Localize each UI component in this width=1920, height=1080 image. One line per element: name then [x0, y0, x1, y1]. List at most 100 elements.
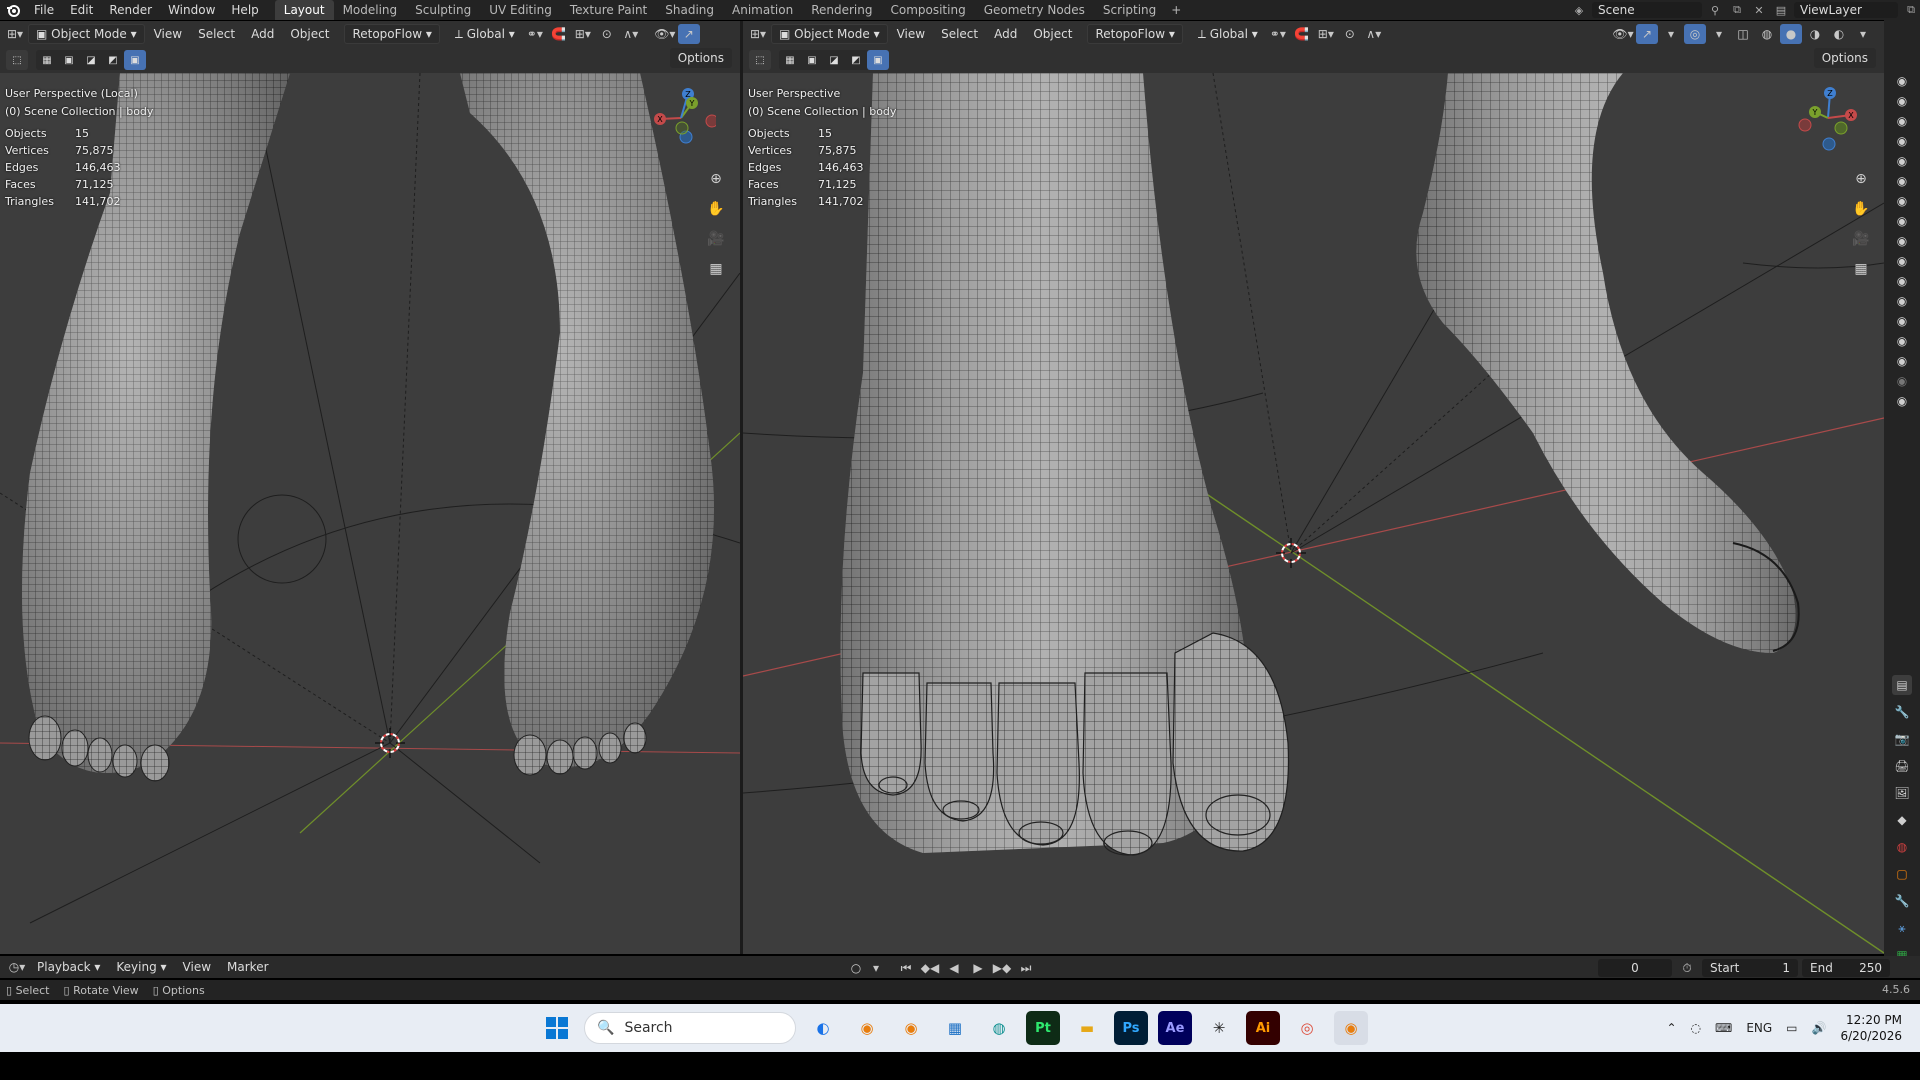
retopoflow-menu[interactable]: RetopoFlow ▾: [344, 23, 440, 44]
pivot-icon[interactable]: ⚭▾: [1267, 24, 1289, 44]
zbrush-icon[interactable]: ✳: [1202, 1011, 1236, 1045]
menu-view[interactable]: View: [147, 24, 189, 44]
snap-target-icon[interactable]: ⊞▾: [572, 24, 594, 44]
camera-icon[interactable]: ◉: [1895, 394, 1909, 408]
camera-icon[interactable]: ◉: [1895, 174, 1909, 188]
blender-icon[interactable]: ◉: [850, 1011, 884, 1045]
menu-edit[interactable]: Edit: [62, 0, 101, 20]
shading-rendered-icon[interactable]: ◐: [1828, 24, 1850, 44]
camera-icon[interactable]: ◉: [1895, 334, 1909, 348]
tab-modeling[interactable]: Modeling: [334, 0, 407, 20]
shading-material-icon[interactable]: ◑: [1804, 24, 1826, 44]
zoom-icon[interactable]: ⊕: [704, 167, 728, 191]
editor-type-icon[interactable]: ⊞▾: [4, 24, 26, 44]
view-layer-icon[interactable]: 🖼: [1892, 783, 1912, 803]
render-icon[interactable]: 📷: [1892, 729, 1912, 749]
tab-uv-editing[interactable]: UV Editing: [480, 0, 561, 20]
xray-icon[interactable]: ◫: [1732, 24, 1754, 44]
transform-orientation-dropdown[interactable]: ⟂ Global ▾: [448, 24, 522, 44]
camera-icon[interactable]: ◉: [1895, 134, 1909, 148]
select-intersect-icon[interactable]: ▣: [124, 50, 146, 70]
menu-select[interactable]: Select: [934, 24, 985, 44]
gizmo-toggle-icon[interactable]: ↗: [1636, 23, 1658, 44]
right-viewport-canvas[interactable]: User Perspective (0) Scene Collection | …: [743, 73, 1884, 954]
options-button[interactable]: Options: [1813, 48, 1876, 68]
tab-scripting[interactable]: Scripting: [1094, 0, 1165, 20]
camera-icon[interactable]: ◉: [1895, 254, 1909, 268]
camera-icon[interactable]: ◉: [1895, 274, 1909, 288]
camera-icon[interactable]: ◉: [1895, 294, 1909, 308]
pan-hand-icon[interactable]: ✋: [1849, 197, 1873, 221]
tab-texture-paint[interactable]: Texture Paint: [561, 0, 656, 20]
after-effects-icon[interactable]: Ae: [1158, 1011, 1192, 1045]
blender-active-icon[interactable]: ◉: [1334, 1011, 1368, 1045]
keying-menu[interactable]: Keying ▾: [109, 957, 173, 977]
prev-keyframe-icon[interactable]: ◆◀: [919, 958, 941, 978]
editor-type-icon[interactable]: ⊞▾: [747, 24, 769, 44]
view-layer-field[interactable]: ViewLayer: [1794, 2, 1898, 18]
select-tool-icon[interactable]: ⬚: [6, 50, 28, 70]
menu-file[interactable]: File: [26, 0, 62, 20]
jump-end-icon[interactable]: ⏭: [1015, 958, 1037, 978]
select-subtract-icon[interactable]: ◪: [823, 50, 845, 70]
tab-rendering[interactable]: Rendering: [802, 0, 881, 20]
new-view-layer-icon[interactable]: ⧉: [1902, 2, 1920, 18]
menu-add[interactable]: Add: [987, 24, 1024, 44]
stopwatch-icon[interactable]: ⏱: [1676, 958, 1698, 978]
gizmo-dropdown-icon[interactable]: ▾: [1660, 24, 1682, 44]
auto-keying-dropdown-icon[interactable]: ▾: [869, 958, 883, 978]
view-menu[interactable]: View: [176, 957, 218, 977]
world-icon[interactable]: ◍: [1892, 837, 1912, 857]
pin-icon[interactable]: ⚲: [1706, 2, 1724, 18]
menu-view[interactable]: View: [890, 24, 932, 44]
network-icon[interactable]: ◌: [1691, 1021, 1701, 1035]
display-icon[interactable]: ▭: [1786, 1021, 1797, 1035]
chrome-icon[interactable]: ◎: [1290, 1011, 1324, 1045]
menu-add[interactable]: Add: [244, 24, 281, 44]
select-invert-icon[interactable]: ◩: [102, 50, 124, 70]
chevron-up-icon[interactable]: ⌃: [1666, 1021, 1676, 1035]
modifier-icon[interactable]: 🔧: [1892, 891, 1912, 911]
playback-menu[interactable]: Playback ▾: [30, 957, 107, 977]
overlay-dropdown-icon[interactable]: ▾: [1708, 24, 1730, 44]
scene-icon[interactable]: ◆: [1892, 810, 1912, 830]
camera-icon[interactable]: ◉: [1895, 214, 1909, 228]
menu-window[interactable]: Window: [160, 0, 223, 20]
add-workspace-button[interactable]: +: [1165, 0, 1187, 20]
snap-icon[interactable]: 🧲: [1291, 24, 1313, 44]
visibility-icon[interactable]: 👁▾: [1612, 24, 1634, 44]
select-invert-icon[interactable]: ◩: [845, 50, 867, 70]
pan-hand-icon[interactable]: ✋: [704, 197, 728, 221]
end-frame-field[interactable]: End 250: [1802, 959, 1890, 977]
shading-wireframe-icon[interactable]: ◍: [1756, 24, 1778, 44]
auto-keying-icon[interactable]: ○: [845, 958, 867, 978]
store-icon[interactable]: ▦: [938, 1011, 972, 1045]
taskbar-search[interactable]: 🔍 Search: [584, 1012, 796, 1044]
visibility-icon[interactable]: 👁▾: [654, 24, 676, 44]
play-icon[interactable]: ▶: [967, 958, 989, 978]
object-mode-dropdown[interactable]: ▣ Object Mode ▾: [28, 23, 145, 44]
folder-icon[interactable]: ▬: [1070, 1011, 1104, 1045]
tool-icon[interactable]: 🔧: [1892, 702, 1912, 722]
select-intersect-icon[interactable]: ▣: [867, 50, 889, 70]
editor-type-icon[interactable]: ▤: [1892, 675, 1912, 695]
camera-icon[interactable]: ◉: [1895, 94, 1909, 108]
proportional-icon[interactable]: ⊙: [596, 24, 618, 44]
camera-icon[interactable]: ◉: [1895, 314, 1909, 328]
object-mode-dropdown[interactable]: ▣ Object Mode ▾: [771, 23, 888, 44]
camera-view-icon[interactable]: 🎥: [1849, 227, 1873, 251]
illustrator-icon[interactable]: Ai: [1246, 1011, 1280, 1045]
navigation-gizmo[interactable]: Z Y X: [1793, 83, 1863, 153]
task-view-icon[interactable]: ◐: [806, 1011, 840, 1045]
new-scene-icon[interactable]: ⧉: [1728, 2, 1746, 18]
snap-target-icon[interactable]: ⊞▾: [1315, 24, 1337, 44]
proportional-icon[interactable]: ⊙: [1339, 24, 1361, 44]
scene-field[interactable]: Scene: [1592, 2, 1702, 18]
clock[interactable]: 12:20 PM 6/20/2026: [1840, 1012, 1902, 1044]
next-keyframe-icon[interactable]: ▶◆: [991, 958, 1013, 978]
shading-dropdown-icon[interactable]: ▾: [1852, 24, 1874, 44]
camera-icon[interactable]: ◉: [1895, 234, 1909, 248]
select-new-icon[interactable]: ▦: [36, 50, 58, 70]
select-extend-icon[interactable]: ▣: [801, 50, 823, 70]
select-extend-icon[interactable]: ▣: [58, 50, 80, 70]
